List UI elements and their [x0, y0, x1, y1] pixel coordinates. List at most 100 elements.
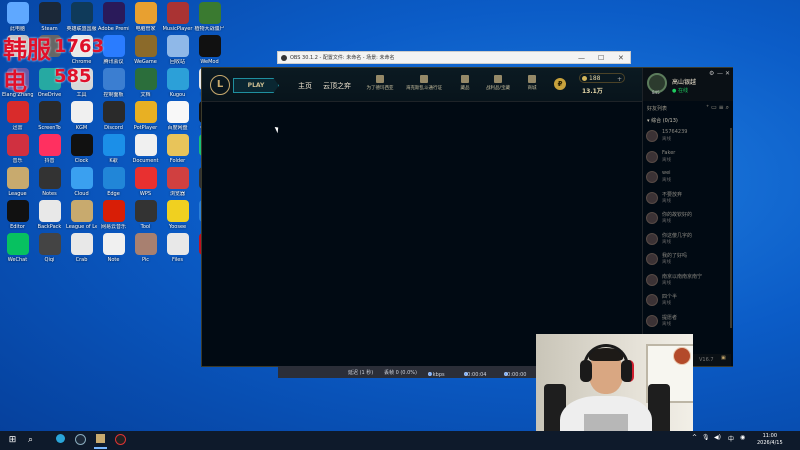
desktop-icon[interactable]: Cloud — [66, 167, 97, 197]
desktop-icon[interactable]: 控制面板 — [98, 68, 129, 98]
desktop-icon[interactable]: WeGame — [130, 35, 161, 65]
desktop-icon[interactable]: 抖音 — [34, 134, 65, 164]
desktop-icon[interactable]: 植物大战僵尸 — [194, 2, 225, 32]
obs-taskbar-icon[interactable] — [114, 434, 127, 447]
add-friend-icon[interactable]: ⁺ — [706, 104, 709, 111]
friend-row[interactable]: Faker 离线 — [646, 149, 732, 167]
start-button[interactable]: ⊞ — [6, 434, 19, 447]
desktop-icon[interactable]: 网易云音乐 — [98, 200, 129, 230]
play-button[interactable]: PLAY — [233, 78, 279, 93]
app-icon — [70, 200, 93, 222]
friend-row[interactable]: 我的了好吗 离线 — [646, 251, 732, 269]
desktop-icon[interactable]: KGM — [66, 101, 97, 131]
desktop-icon[interactable]: Document — [130, 134, 161, 164]
friend-row[interactable]: 你的故钦好的 离线 — [646, 210, 732, 228]
friend-name: Faker — [662, 149, 676, 156]
chat-icon[interactable]: ▣ — [721, 355, 726, 361]
desktop-icon[interactable]: Note — [98, 233, 129, 263]
folder-icon[interactable]: ▭ — [711, 104, 717, 111]
nav-demacia-label: 为了德玛西亚 — [366, 86, 394, 91]
desktop-icon[interactable]: League — [2, 167, 33, 197]
taskbar-clock[interactable]: 11:00 2026/4/15 — [757, 433, 783, 447]
desktop-icon-label: Discord — [104, 125, 123, 131]
desktop-icon[interactable]: Tool — [130, 200, 161, 230]
desktop-icon[interactable]: Pic — [130, 233, 161, 263]
nav-pass[interactable]: 海克斯乱斗通行证 — [404, 75, 444, 91]
friends-group[interactable]: ▾ 综合 (0/13) — [647, 117, 678, 124]
desktop-icon[interactable]: Adobe Premiere — [98, 2, 129, 32]
league-taskbar-icon[interactable] — [94, 434, 107, 449]
desktop-icon[interactable]: Steam — [34, 2, 65, 32]
desktop-icon-label: 音乐 — [12, 158, 23, 164]
tray-chevron-icon[interactable]: ^ — [692, 434, 697, 441]
maximize-button[interactable]: ☐ — [598, 54, 604, 62]
friend-row[interactable]: 四个半 离线 — [646, 292, 732, 310]
friend-row[interactable]: 提愿者 离线 — [646, 313, 732, 331]
desktop-icon[interactable]: 电脑管家 — [130, 2, 161, 32]
ime-indicator[interactable]: 中 — [728, 434, 734, 443]
desktop-icon[interactable]: BackPack — [34, 200, 65, 230]
desktop-icon[interactable]: Discord — [98, 101, 129, 131]
desktop-icon[interactable]: 文档 — [130, 68, 161, 98]
desktop-icon[interactable]: Kugou — [162, 68, 193, 98]
desktop-icon[interactable]: Files — [162, 233, 193, 263]
volume-icon[interactable]: ◀) — [714, 434, 721, 441]
friend-name: 四个半 — [662, 294, 678, 300]
desktop-icon[interactable]: K歌 — [98, 134, 129, 164]
currency-box[interactable]: 188 + 13.1万 — [579, 73, 625, 97]
friend-row[interactable]: 你这傻几字的 离线 — [646, 231, 732, 249]
riot-points-icon[interactable]: ₽ — [554, 78, 566, 90]
desktop-icon[interactable]: 回收站 — [162, 35, 193, 65]
close-button[interactable]: ✕ — [618, 54, 624, 62]
desktop-icon[interactable]: 浏览器 — [162, 167, 193, 197]
desktop-icon[interactable]: ScreenTo — [34, 101, 65, 131]
desktop-icon[interactable]: WPS — [130, 167, 161, 197]
app-icon — [166, 68, 189, 90]
desktop-icon[interactable]: Editor — [2, 200, 33, 230]
desktop-icon[interactable]: Yoosee — [162, 200, 193, 230]
store-icon — [528, 75, 536, 83]
friend-list-scrollbar[interactable] — [730, 128, 732, 328]
desktop-icon[interactable]: Edge — [98, 167, 129, 197]
friend-row[interactable]: 15764239 离线 — [646, 128, 732, 146]
desktop-icon-label: WeChat — [7, 257, 28, 263]
desktop-icon-label: 电脑管家 — [135, 26, 156, 32]
loot-icon — [494, 75, 502, 83]
nav-home[interactable]: 主页 — [298, 81, 312, 91]
desktop-icon[interactable]: League of Legends — [66, 200, 97, 230]
profile-header[interactable]: 845 高山银越 ● 在线 ⚙ — ✕ — [643, 68, 733, 101]
add-currency-icon[interactable]: + — [617, 75, 622, 84]
friend-row[interactable]: wei 离线 — [646, 169, 732, 187]
desktop-icon[interactable]: 英雄联盟国服 — [66, 2, 97, 32]
desktop-icon[interactable]: WeChat — [2, 233, 33, 263]
obs-window-titlebar[interactable]: OBS 30.1.2 - 配置文件: 未命名 - 场景: 未命名 — ☐ ✕ — [277, 51, 631, 64]
desktop-icon[interactable]: Notes — [34, 167, 65, 197]
desktop-icon[interactable]: 音乐 — [2, 134, 33, 164]
desktop-icon[interactable]: PotPlayer — [130, 101, 161, 131]
desktop-icon[interactable]: Qiqi — [34, 233, 65, 263]
friend-row[interactable]: 南京以南南京南宁 离线 — [646, 272, 732, 290]
minimize-button[interactable]: — — [578, 54, 585, 62]
close-icon[interactable]: ✕ — [725, 70, 730, 77]
steam-taskbar-icon[interactable] — [74, 434, 87, 447]
edge-taskbar-icon[interactable] — [54, 434, 67, 447]
minimize-icon[interactable]: — — [717, 70, 723, 77]
mic-icon[interactable]: 🎙 — [702, 434, 710, 441]
sort-icon[interactable]: ≡ — [719, 104, 724, 111]
app-tray-icon[interactable]: ◉ — [740, 434, 745, 441]
desktop-icon[interactable]: Crab — [66, 233, 97, 263]
desktop-icon[interactable]: Clock — [66, 134, 97, 164]
nav-tft[interactable]: 云顶之弈 — [323, 81, 351, 91]
desktop-icon[interactable]: WeMod — [194, 35, 225, 65]
nav-demacia[interactable]: 为了德玛西亚 — [360, 75, 400, 91]
desktop-icon[interactable]: MusicPlayer — [162, 2, 193, 32]
desktop-icon[interactable]: 迅雷 — [2, 101, 33, 131]
desktop-icon[interactable]: Folder — [162, 134, 193, 164]
search-icon[interactable]: ⌕ — [726, 104, 729, 111]
search-button[interactable]: ⌕ — [24, 434, 37, 447]
desktop-icon[interactable]: 百度网盘 — [162, 101, 193, 131]
desktop-icon[interactable]: 此电脑 — [2, 2, 33, 32]
friend-row[interactable]: 不要放弃 离线 — [646, 190, 732, 208]
nav-store[interactable]: 商城 — [512, 75, 552, 91]
settings-icon[interactable]: ⚙ — [709, 70, 714, 77]
